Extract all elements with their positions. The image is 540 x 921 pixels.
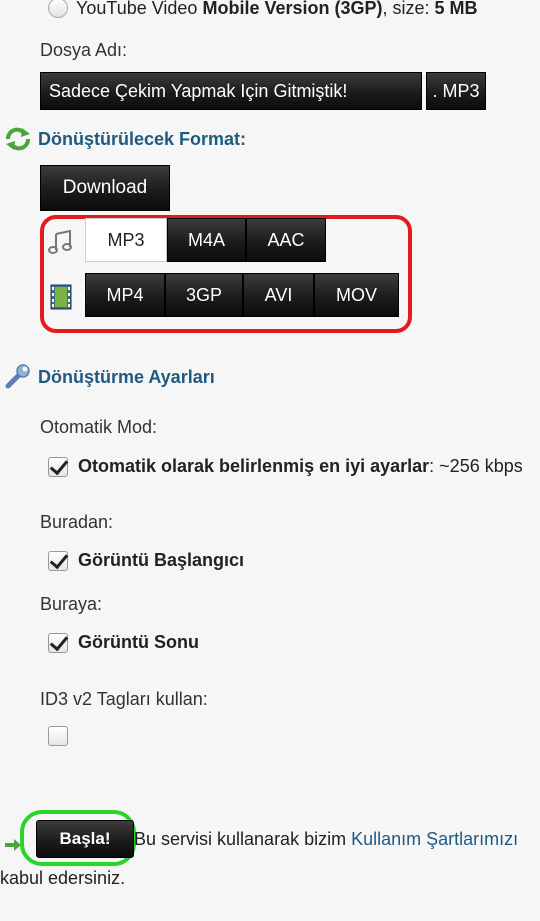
filename-input[interactable]: Sadece Çekim Yapmak Için Gitmiştik! bbox=[40, 72, 422, 110]
auto-mode-bitrate: : ~256 kbps bbox=[429, 456, 523, 476]
video-start-checkbox[interactable] bbox=[48, 550, 68, 571]
terms-prefix: Bu servisi kullanarak bizim bbox=[134, 829, 352, 849]
start-button[interactable]: Başla! bbox=[36, 820, 134, 858]
download-button[interactable]: Download bbox=[40, 165, 170, 211]
terms-text: Bu servisi kullanarak bizim Kullanım Şar… bbox=[134, 829, 518, 850]
video-end-option: Görüntü Sonu bbox=[78, 632, 199, 652]
video-option-label: YouTube Video Mobile Version (3GP), size… bbox=[76, 0, 478, 18]
id3-label: ID3 v2 Tagları kullan: bbox=[40, 689, 208, 709]
convert-format-title: Dönüştürülecek Format: bbox=[38, 128, 247, 149]
settings-header: Dönüştürme Ayarları bbox=[4, 364, 215, 390]
video-option-radio[interactable] bbox=[48, 0, 68, 18]
convert-format-header: Dönüştürülecek Format: bbox=[4, 127, 246, 151]
settings-title: Dönüştürme Ayarları bbox=[38, 366, 215, 387]
from-label: Buradan: bbox=[40, 512, 114, 532]
video-option-row[interactable]: YouTube Video Mobile Version (3GP), size… bbox=[48, 0, 478, 22]
format-m4a-button[interactable]: M4A bbox=[167, 218, 246, 262]
id3-checkbox[interactable] bbox=[48, 726, 68, 746]
auto-mode-option: Otomatik olarak belirlenmiş en iyi ayarl… bbox=[78, 456, 430, 476]
refresh-icon bbox=[4, 127, 32, 151]
video-start-option: Görüntü Başlangıcı bbox=[78, 550, 245, 570]
auto-mode-row[interactable]: Otomatik olarak belirlenmiş en iyi ayarl… bbox=[48, 456, 523, 477]
format-mov-button[interactable]: MOV bbox=[314, 273, 399, 317]
wrench-icon bbox=[4, 364, 32, 390]
film-strip-icon bbox=[50, 284, 72, 315]
music-note-icon bbox=[48, 229, 74, 259]
format-mp4-button[interactable]: MP4 bbox=[85, 273, 165, 317]
to-row[interactable]: Görüntü Sonu bbox=[48, 632, 199, 653]
format-aac-button[interactable]: AAC bbox=[246, 218, 326, 262]
filename-label: Dosya Adı: bbox=[40, 40, 128, 60]
terms-link[interactable]: Kullanım Şartlarımızı bbox=[351, 829, 518, 849]
from-row[interactable]: Görüntü Başlangıcı bbox=[48, 550, 244, 571]
auto-mode-label: Otomatik Mod: bbox=[40, 417, 158, 437]
format-mp3-button[interactable]: MP3 bbox=[85, 218, 167, 262]
auto-mode-checkbox[interactable] bbox=[48, 456, 68, 477]
extension-button[interactable]: . MP3 bbox=[426, 72, 486, 110]
video-end-checkbox[interactable] bbox=[48, 632, 68, 653]
to-label: Buraya: bbox=[40, 594, 103, 614]
id3-row[interactable] bbox=[48, 726, 68, 751]
format-3gp-button[interactable]: 3GP bbox=[165, 273, 243, 317]
format-avi-button[interactable]: AVI bbox=[243, 273, 314, 317]
terms-suffix: kabul edersiniz. bbox=[0, 868, 126, 888]
